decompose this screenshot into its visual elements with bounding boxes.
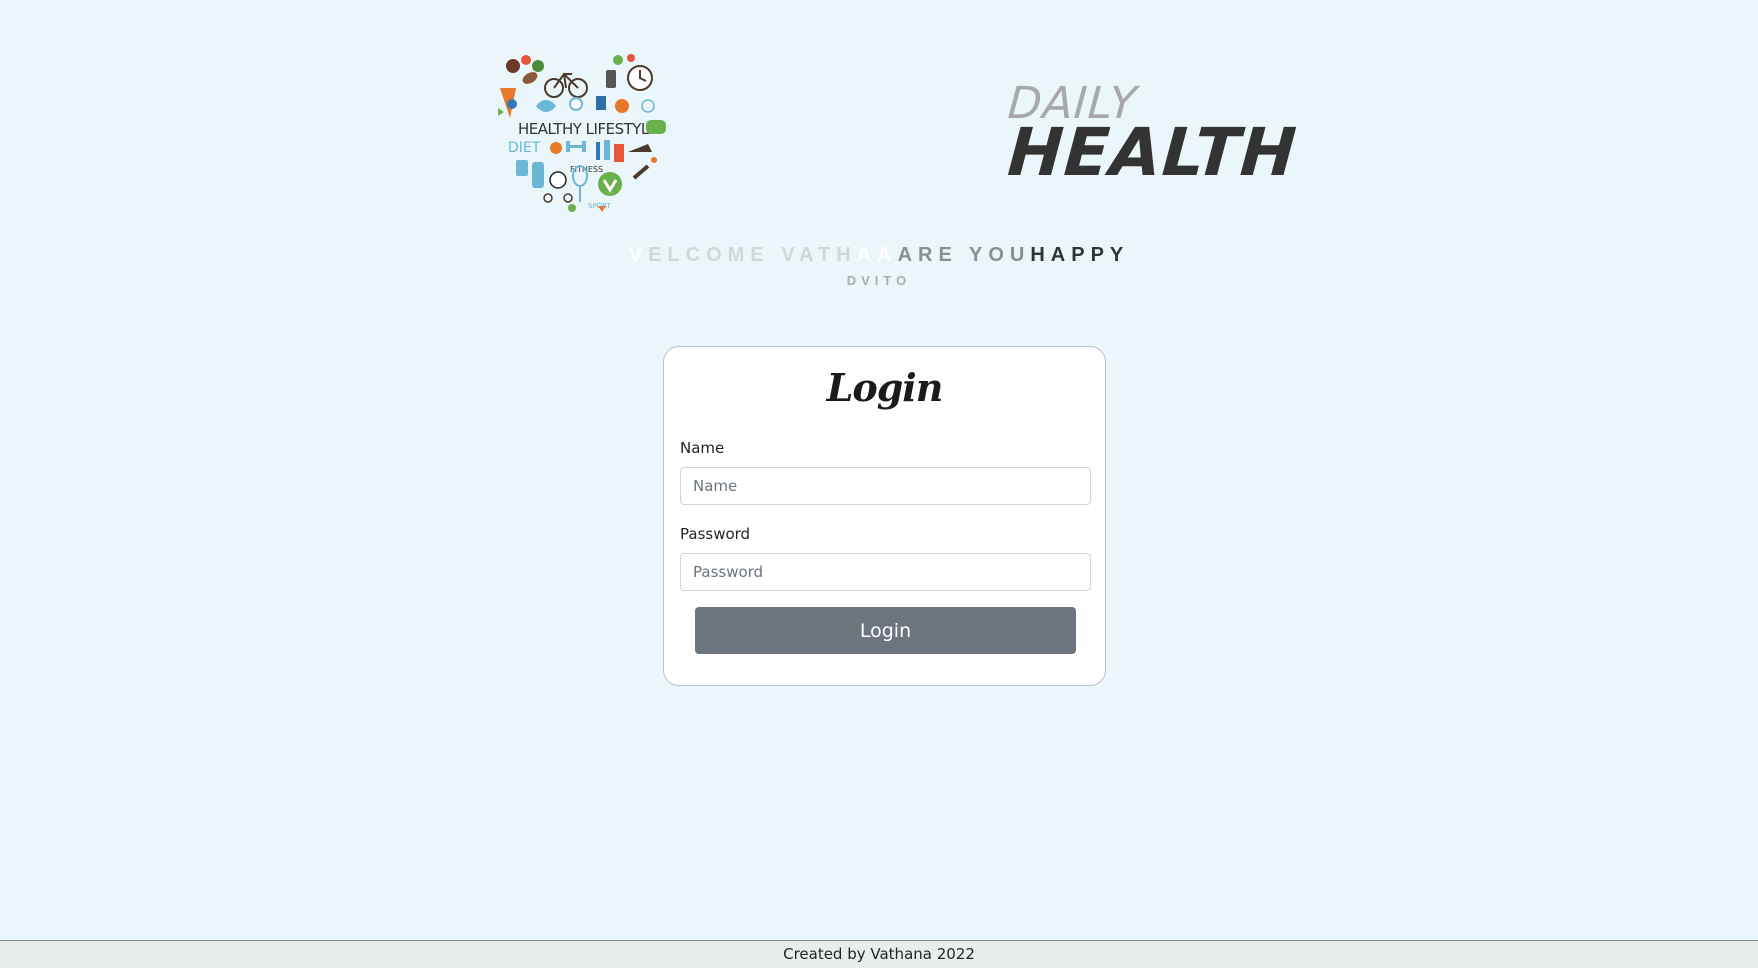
welcome-part: ARE YOU xyxy=(897,244,1031,266)
healthy-lifestyle-logo: HEALTHY LIFESTYLE DIET FITNESS SPORT xyxy=(493,53,679,218)
welcome-marquee: VELCOME VATHAA ARE YOU HAPPY xyxy=(0,244,1758,267)
password-input[interactable] xyxy=(680,553,1091,591)
password-label: Password xyxy=(680,525,751,543)
welcome-part: A xyxy=(856,244,878,266)
brand-wordmark: DAILY HEALTH xyxy=(1005,78,1300,191)
login-button[interactable]: Login xyxy=(695,607,1076,654)
footer: Created by Vathana 2022 xyxy=(0,940,1758,968)
water-bottle-icon xyxy=(532,162,544,188)
welcome-part: HAPPY xyxy=(1030,244,1130,266)
svg-text:DIET: DIET xyxy=(508,140,541,156)
footer-credit: Created by Vathana 2022 xyxy=(783,945,975,963)
ball-icon xyxy=(615,99,629,113)
welcome-subtitle: DVITO xyxy=(846,273,912,288)
login-title: Login xyxy=(826,365,944,410)
name-label: Name xyxy=(680,439,725,457)
welcome-part: ELCOME VATH xyxy=(648,244,857,266)
name-input[interactable] xyxy=(680,467,1091,505)
welcome-part: V xyxy=(628,244,649,266)
brand-health: HEALTH xyxy=(1005,114,1300,191)
login-card: Login Name Password Login xyxy=(663,346,1106,686)
svg-text:HEALTHY LIFESTYLE: HEALTHY LIFESTYLE xyxy=(518,120,658,138)
welcome-part: A xyxy=(877,244,898,266)
